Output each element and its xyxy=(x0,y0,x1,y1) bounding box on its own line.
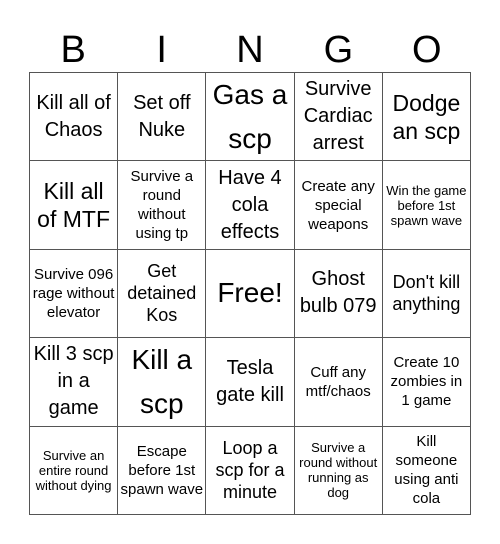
bingo-cell[interactable]: Survive a round without using tp xyxy=(118,161,207,250)
bingo-cell[interactable]: Tesla gate kill xyxy=(206,338,295,427)
bingo-cell[interactable]: Kill a scp xyxy=(118,338,207,427)
cell-text: Kill all of MTF xyxy=(37,178,111,233)
bingo-cell[interactable]: Survive a round without running as dog xyxy=(294,426,383,515)
bingo-cell[interactable]: Dodge an scp xyxy=(382,73,471,162)
bingo-cell[interactable]: Create any special weapons xyxy=(294,161,383,250)
bingo-cell[interactable]: Kill all of MTF xyxy=(30,161,119,250)
header-letter-o: O xyxy=(412,29,442,71)
cell-text: Set off Nuke xyxy=(133,91,191,141)
bingo-cell[interactable]: Loop a scp for a minute xyxy=(206,426,295,515)
cell-text: Dodge an scp xyxy=(392,89,461,144)
cell-text: Kill someone using anti cola xyxy=(394,433,459,508)
cell-text: Loop a scp for a minute xyxy=(215,438,285,503)
header-letter-n: N xyxy=(236,29,264,71)
bingo-cell[interactable]: Survive Cardiac arrest xyxy=(294,73,383,162)
cell-text: Survive a round without using tp xyxy=(130,168,194,243)
cell-text: Escape before 1st spawn wave xyxy=(120,442,204,498)
cell-text: Free! xyxy=(217,277,283,309)
cell-text: Survive an entire round without dying xyxy=(35,447,112,493)
cell-text: Kill 3 scp in a game xyxy=(33,343,114,420)
cell-text: Survive Cardiac arrest xyxy=(303,78,373,155)
bingo-cell[interactable]: Escape before 1st spawn wave xyxy=(118,426,207,515)
bingo-cell[interactable]: Set off Nuke xyxy=(118,73,207,162)
bingo-cell[interactable]: Create 10 zombies in 1 game xyxy=(382,338,471,427)
cell-text: Gas a scp xyxy=(212,78,288,154)
cell-text: Cuff any mtf/chaos xyxy=(305,363,371,400)
cell-text: Tesla gate kill xyxy=(216,356,284,406)
header-letter-i: I xyxy=(156,29,167,71)
cell-text: Survive a round without running as dog xyxy=(299,440,378,501)
cell-text: Survive 096 rage without elevator xyxy=(32,265,115,321)
cell-text: Kill all of Chaos xyxy=(36,91,111,141)
cell-text: Have 4 cola effects xyxy=(218,166,282,243)
cell-text: Ghost bulb 079 xyxy=(299,268,377,318)
bingo-header: B I N G O xyxy=(29,28,471,72)
bingo-cell[interactable]: Kill someone using anti cola xyxy=(382,426,471,515)
bingo-cell[interactable]: Survive 096 rage without elevator xyxy=(30,249,119,339)
cell-text: Don't kill anything xyxy=(392,272,461,315)
bingo-cell[interactable]: Ghost bulb 079 xyxy=(294,249,383,339)
bingo-grid: Kill all of Chaos Set off Nuke Gas a scp… xyxy=(29,72,471,515)
cell-text: Kill a scp xyxy=(131,343,193,419)
bingo-cell[interactable]: Win the game before 1st spawn wave xyxy=(382,161,471,250)
cell-text: Get detained Kos xyxy=(127,261,197,326)
cell-text: Win the game before 1st spawn wave xyxy=(386,182,467,228)
cell-text: Create any special weapons xyxy=(301,177,375,233)
bingo-cell[interactable]: Cuff any mtf/chaos xyxy=(294,338,383,427)
bingo-cell[interactable]: Get detained Kos xyxy=(118,249,207,339)
bingo-cell[interactable]: Have 4 cola effects xyxy=(206,161,295,250)
bingo-cell[interactable]: Kill all of Chaos xyxy=(30,73,119,162)
header-letter-g: G xyxy=(323,29,354,71)
bingo-cell[interactable]: Gas a scp xyxy=(206,73,295,162)
cell-text: Create 10 zombies in 1 game xyxy=(390,354,463,410)
bingo-cell[interactable]: Don't kill anything xyxy=(382,249,471,339)
bingo-cell[interactable]: Kill 3 scp in a game xyxy=(30,338,119,427)
free-space-cell[interactable]: Free! xyxy=(206,249,295,339)
bingo-cell[interactable]: Survive an entire round without dying xyxy=(30,426,119,515)
header-letter-b: B xyxy=(60,29,86,71)
